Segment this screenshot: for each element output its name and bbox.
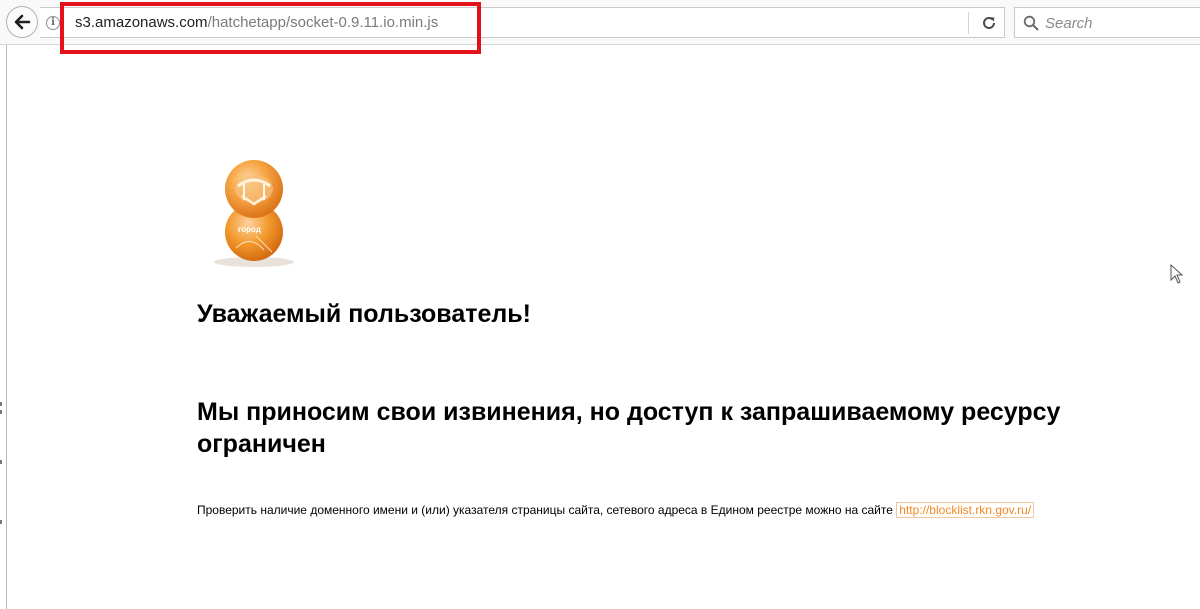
info-icon[interactable]: i	[46, 16, 60, 30]
logo-caption: город	[238, 225, 261, 234]
back-button[interactable]	[6, 6, 38, 38]
blocklist-link[interactable]: http://blocklist.rkn.gov.ru/	[896, 502, 1035, 518]
search-placeholder: Search	[1045, 15, 1093, 32]
apology-heading: Мы приносим свои извинения, но доступ к …	[197, 398, 1061, 458]
registry-check-label: Проверить наличие доменного имени и (или…	[197, 503, 893, 517]
registry-check-text: Проверить наличие доменного имени и (или…	[197, 502, 1035, 518]
url-text[interactable]: s3.amazonaws.com/hatchetapp/socket-0.9.1…	[75, 14, 438, 32]
back-arrow-icon	[14, 14, 31, 30]
scroll-marks	[0, 402, 2, 524]
reload-button[interactable]	[978, 13, 1000, 33]
url-domain: s3.amazonaws.com	[75, 14, 208, 31]
mouse-cursor-icon	[1170, 264, 1184, 284]
search-icon	[1023, 15, 1039, 31]
page-left-border	[6, 45, 7, 609]
url-path: /hatchetapp/socket-0.9.11.io.min.js	[207, 14, 439, 31]
address-bar[interactable]: i s3.amazonaws.com/hatchetapp/socket-0.9…	[40, 7, 1005, 38]
urlbar-separator	[968, 12, 969, 34]
reload-icon	[983, 16, 995, 29]
provider-logo: город	[214, 160, 294, 267]
greeting-heading: Уважаемый пользователь!	[197, 300, 531, 328]
search-bar[interactable]: Search	[1014, 7, 1200, 38]
browser-toolbar: i s3.amazonaws.com/hatchetapp/socket-0.9…	[0, 0, 1200, 45]
